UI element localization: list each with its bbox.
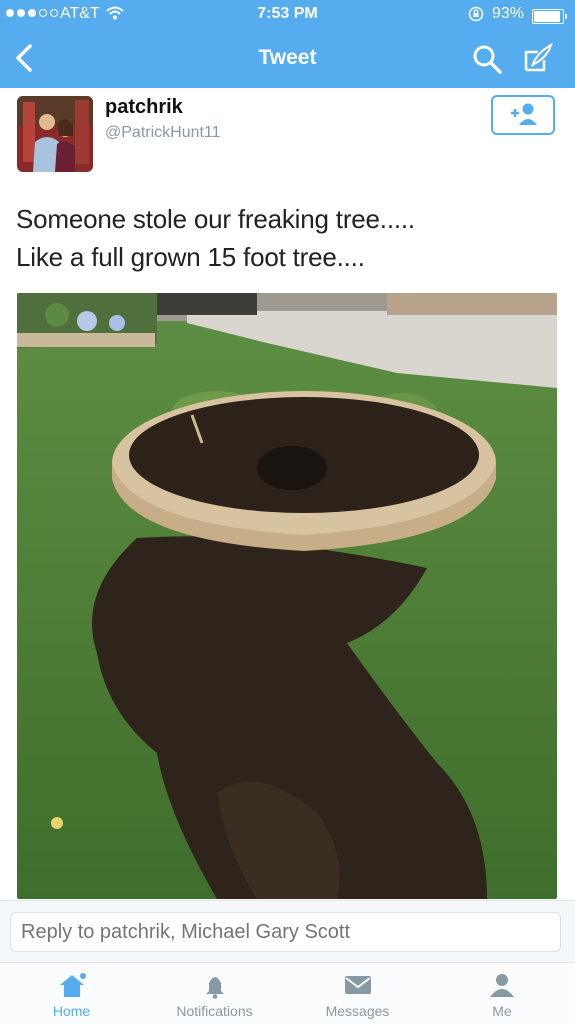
battery-percent: 93% (492, 5, 525, 22)
home-icon (59, 973, 86, 997)
clock: 7:53 PM (257, 5, 318, 22)
envelope-icon (344, 976, 371, 994)
tab-bar: Home Notifications Messages Me (0, 962, 575, 1025)
battery-icon (532, 9, 567, 24)
tweet-text-line: Like a full grown 15 foot tree.... (16, 242, 365, 272)
tab-me[interactable]: Me (429, 963, 575, 1025)
rotation-lock-icon (468, 6, 484, 22)
tab-label: Home (52, 1003, 91, 1019)
nav-bar: Tweet (0, 30, 575, 88)
tab-label: Messages (325, 1003, 390, 1019)
avatar[interactable] (17, 96, 93, 172)
tab-messages[interactable]: Messages (286, 963, 429, 1025)
tweet-text: Someone stole our freaking tree..... Lik… (16, 200, 561, 276)
follow-button[interactable] (491, 95, 555, 135)
compose-icon[interactable] (520, 42, 554, 76)
user-handle[interactable]: @PatrickHunt11 (105, 124, 221, 142)
tab-label: Notifications (176, 1003, 253, 1019)
add-user-icon (511, 103, 537, 125)
reply-input[interactable] (10, 912, 561, 952)
tab-notifications[interactable]: Notifications (143, 963, 286, 1025)
person-icon (490, 974, 514, 997)
avatar-photo (17, 96, 93, 172)
bell-icon (205, 977, 224, 999)
status-bar: AT&T 7:53 PM 93% (0, 0, 575, 30)
search-icon[interactable] (470, 42, 504, 76)
tweet-text-line: Someone stole our freaking tree..... (16, 204, 415, 234)
tab-home[interactable]: Home (0, 963, 143, 1025)
yard-photo (17, 293, 557, 899)
tweet-photo[interactable] (17, 293, 557, 899)
app-header: AT&T 7:53 PM 93% Tweet (0, 0, 575, 88)
display-name[interactable]: patchrik (105, 96, 183, 119)
tab-label: Me (492, 1003, 512, 1019)
